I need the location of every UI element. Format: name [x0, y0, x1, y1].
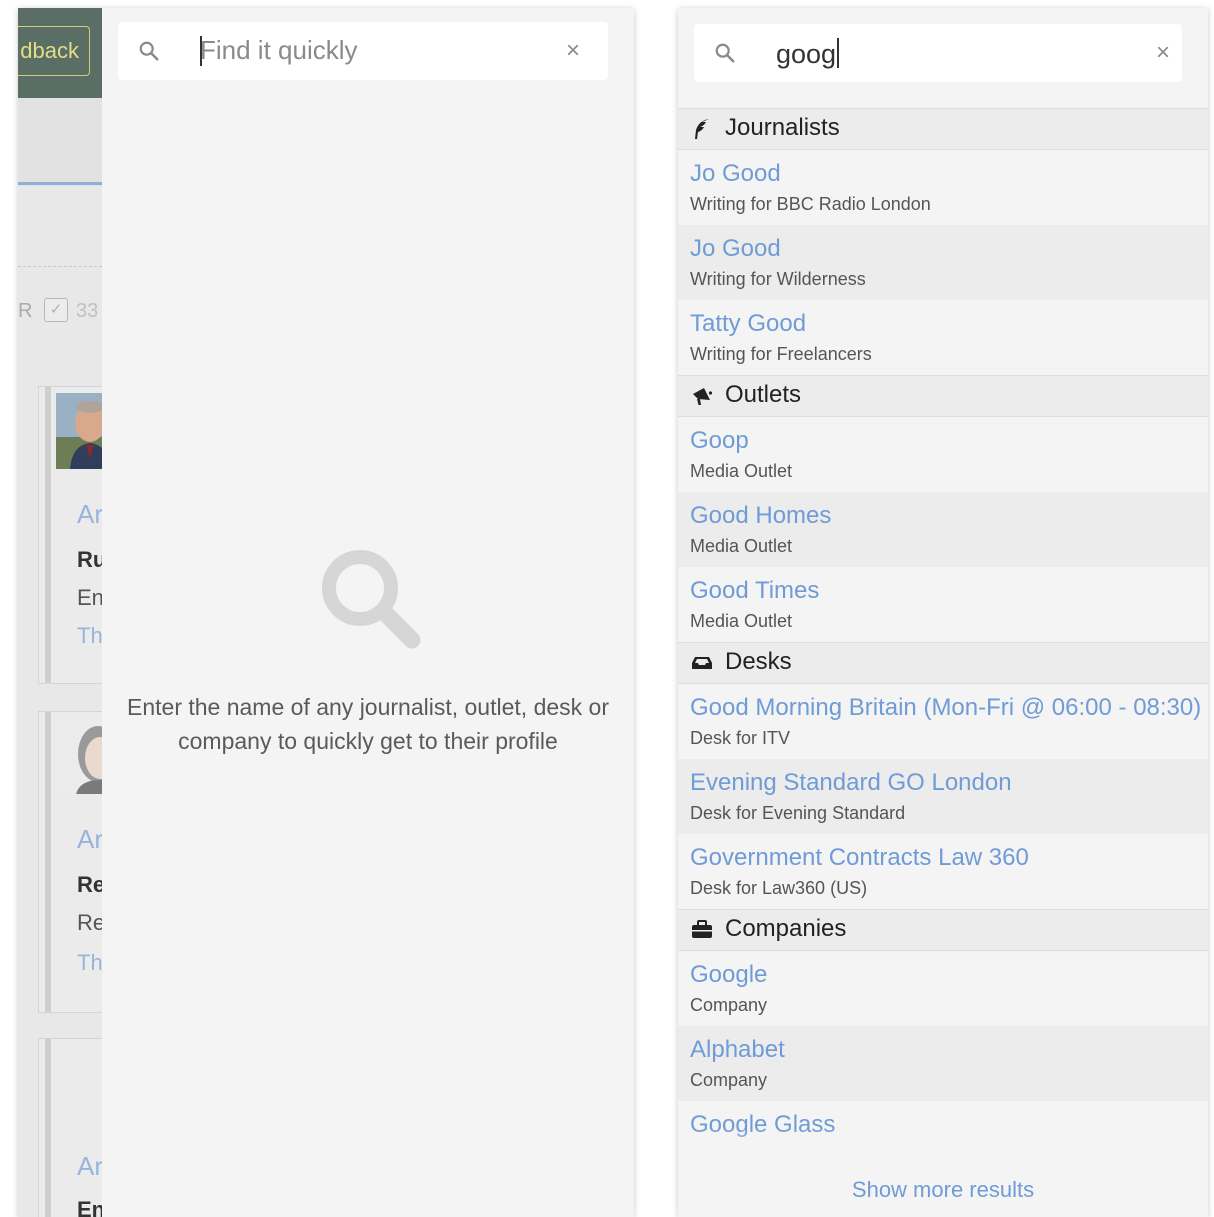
- group-label: Journalists: [725, 114, 840, 141]
- card-role: Ru: [77, 547, 102, 572]
- text-cursor: [837, 38, 839, 68]
- contact-card[interactable]: Ar Ru En Th: [38, 386, 102, 684]
- megaphone-icon: [693, 388, 713, 405]
- app-top-bar: dback: [18, 8, 102, 98]
- result-title[interactable]: Jo Good: [690, 160, 781, 188]
- group-label: Desks: [725, 648, 792, 675]
- contact-card[interactable]: Ar Re Re Th: [38, 711, 102, 1013]
- result-item[interactable]: Evening Standard GO London Desk for Even…: [678, 759, 1208, 834]
- result-subtitle: Media Outlet: [690, 611, 793, 631]
- search-icon: [139, 41, 159, 61]
- avatar: [56, 718, 102, 794]
- result-item[interactable]: Tatty Good Writing for Freelancers: [678, 300, 1208, 375]
- result-subtitle: Writing for Freelancers: [690, 344, 872, 364]
- card-role: En: [77, 1197, 102, 1217]
- result-subtitle: Writing for BBC Radio London: [690, 194, 931, 214]
- result-subtitle: Media Outlet: [690, 461, 793, 481]
- result-subtitle: Desk for Law360 (US): [690, 878, 868, 898]
- result-title[interactable]: Goop: [690, 427, 749, 455]
- active-tab-indicator: [18, 182, 102, 185]
- empty-search-panel: dback R ✓ 33 Ar Ru En Th Ar Re Re Th Ar …: [18, 8, 634, 1217]
- search-icon: [715, 43, 735, 63]
- search-drawer: Find it quickly × Enter the name of any …: [102, 8, 634, 1217]
- group-header-desks: Desks: [678, 642, 1208, 684]
- result-item[interactable]: Google Company: [678, 951, 1208, 1026]
- search-query-value: goog: [776, 39, 837, 69]
- card-link[interactable]: Th: [77, 950, 102, 976]
- result-title[interactable]: Good Morning Britain (Mon-Fri @ 06:00 - …: [690, 694, 1201, 722]
- app-tab-bar: [18, 98, 102, 186]
- filter-letter: R: [18, 300, 33, 322]
- card-accent-bar: [45, 712, 51, 1012]
- result-subtitle: Desk for Evening Standard: [690, 803, 906, 823]
- screenshot-stage: dback R ✓ 33 Ar Ru En Th Ar Re Re Th Ar …: [0, 0, 1214, 1217]
- background-app: dback R ✓ 33 Ar Ru En Th Ar Re Re Th Ar …: [18, 8, 102, 1217]
- dashed-divider: [18, 266, 102, 267]
- card-detail: Re: [77, 910, 102, 935]
- group-header-journalists: Journalists: [678, 108, 1208, 150]
- briefcase-icon: [692, 920, 712, 938]
- search-placeholder: Find it quickly: [200, 35, 358, 65]
- inbox-icon: [692, 657, 712, 669]
- result-title[interactable]: Good Times: [690, 577, 819, 605]
- card-role: Re: [77, 872, 102, 897]
- result-subtitle: Company: [690, 1070, 768, 1090]
- filter-row: R ✓ 33: [18, 298, 102, 328]
- show-more-results-button[interactable]: Show more results: [678, 1168, 1208, 1217]
- results-list: Journalists Jo Good Writing for BBC Radi…: [678, 108, 1208, 1176]
- result-subtitle: Writing for Wilderness: [690, 269, 866, 289]
- result-subtitle: Media Outlet: [690, 536, 793, 556]
- quill-icon: [695, 119, 709, 139]
- card-accent-bar: [45, 1039, 51, 1217]
- group-label: Outlets: [725, 381, 802, 408]
- filter-checkbox[interactable]: ✓: [44, 298, 68, 322]
- result-item[interactable]: Jo Good Writing for Wilderness: [678, 225, 1208, 300]
- contact-card[interactable]: Ar En: [38, 1038, 102, 1217]
- result-title[interactable]: Government Contracts Law 360: [690, 844, 1029, 872]
- card-link[interactable]: Th: [77, 623, 102, 649]
- group-header-outlets: Outlets: [678, 375, 1208, 417]
- empty-state-message: Enter the name of any journalist, outlet…: [127, 694, 609, 754]
- card-name[interactable]: Ar: [77, 824, 102, 855]
- result-item[interactable]: Jo Good Writing for BBC Radio London: [678, 150, 1208, 225]
- result-title[interactable]: Tatty Good: [690, 310, 806, 338]
- feedback-button[interactable]: dback: [18, 26, 90, 76]
- card-name[interactable]: Ar: [77, 1151, 102, 1182]
- clear-search-icon[interactable]: ×: [566, 39, 580, 63]
- result-title[interactable]: Evening Standard GO London: [690, 769, 1012, 797]
- search-input[interactable]: Find it quickly ×: [118, 22, 608, 80]
- card-accent-bar: [45, 387, 51, 683]
- search-results-panel: goog × Journalists Jo Good Writing for B…: [678, 8, 1208, 1217]
- result-item[interactable]: Good Homes Media Outlet: [678, 492, 1208, 567]
- result-item[interactable]: Alphabet Company: [678, 1026, 1208, 1101]
- result-title[interactable]: Alphabet: [690, 1036, 785, 1064]
- result-subtitle: Company: [690, 995, 768, 1015]
- group-label: Companies: [725, 915, 847, 942]
- result-title[interactable]: Jo Good: [690, 235, 781, 263]
- result-item[interactable]: Good Morning Britain (Mon-Fri @ 06:00 - …: [678, 684, 1208, 759]
- result-title[interactable]: Google: [690, 961, 767, 989]
- large-search-icon: [322, 550, 421, 649]
- text-cursor: [200, 36, 202, 66]
- result-item[interactable]: Good Times Media Outlet: [678, 567, 1208, 642]
- filter-count: 33: [76, 300, 99, 322]
- scroll-fade: [678, 1128, 1208, 1168]
- avatar: [56, 393, 102, 469]
- result-item[interactable]: Goop Media Outlet: [678, 417, 1208, 492]
- card-detail: En: [77, 585, 102, 610]
- group-header-companies: Companies: [678, 909, 1208, 951]
- clear-search-icon[interactable]: ×: [1156, 41, 1170, 65]
- search-input[interactable]: goog ×: [694, 24, 1182, 82]
- result-subtitle: Desk for ITV: [690, 728, 791, 748]
- search-query-text: goog: [776, 38, 839, 70]
- result-title[interactable]: Good Homes: [690, 502, 831, 530]
- result-item[interactable]: Government Contracts Law 360 Desk for La…: [678, 834, 1208, 909]
- card-name[interactable]: Ar: [77, 499, 102, 530]
